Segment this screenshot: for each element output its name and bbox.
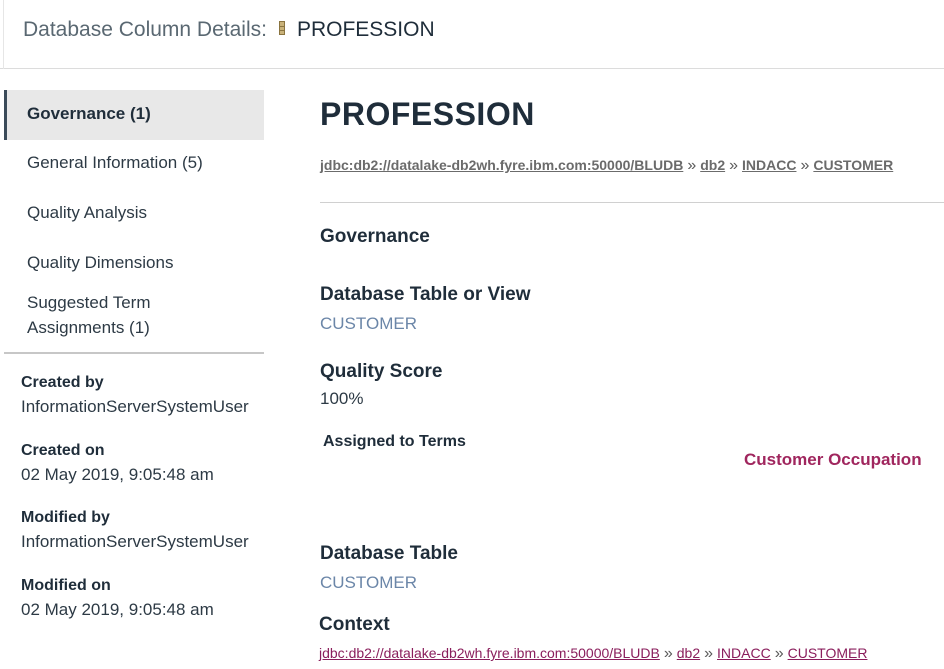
context-path: jdbc:db2://datalake-db2wh.fyre.ibm.com:5… — [319, 645, 867, 663]
breadcrumb-customer[interactable]: CUSTOMER — [813, 157, 893, 173]
modified-by-value: InformationServerSystemUser — [21, 532, 249, 551]
nav-governance[interactable]: Governance (1) — [4, 90, 264, 140]
sidebar-divider — [4, 352, 264, 354]
header-title: Database Column Details: PROFESSION — [23, 18, 435, 42]
context-schema-link[interactable]: db2 — [677, 645, 700, 661]
database-table-value: CUSTOMER — [320, 573, 417, 592]
breadcrumb-separator: » — [729, 157, 739, 174]
page-header: Database Column Details: PROFESSION — [0, 0, 944, 69]
created-on-value: 02 May 2019, 9:05:48 am — [21, 465, 214, 484]
created-by-block: Created by InformationServerSystemUser — [21, 374, 249, 417]
nav-quality-dimensions[interactable]: Quality Dimensions — [4, 253, 173, 273]
created-by-label: Created by — [21, 374, 104, 391]
modified-on-label: Modified on — [21, 577, 111, 594]
header-column-name: PROFESSION — [296, 18, 435, 41]
quality-score-value: 100% — [320, 389, 364, 408]
nav-quality-analysis[interactable]: Quality Analysis — [4, 203, 147, 223]
table-or-view-value: CUSTOMER — [320, 314, 417, 333]
context-separator: » — [774, 645, 784, 662]
created-by-value: InformationServerSystemUser — [21, 397, 249, 416]
table-or-view-label: Database Table or View — [320, 284, 531, 305]
database-table-label: Database Table — [320, 543, 458, 564]
context-database-link[interactable]: jdbc:db2://datalake-db2wh.fyre.ibm.com:5… — [319, 645, 660, 661]
sidebar: Governance (1) General Information (5) Q… — [4, 90, 264, 337]
breadcrumb-indacc[interactable]: INDACC — [742, 157, 796, 173]
context-indacc-link[interactable]: INDACC — [717, 645, 771, 661]
created-on-label: Created on — [21, 442, 105, 459]
assigned-term-link[interactable]: Customer Occupation — [744, 450, 922, 470]
nav-suggested-term-assignments[interactable]: Suggested Term Assignments (1) — [4, 290, 227, 340]
breadcrumb-separator: » — [687, 157, 697, 174]
context-separator: » — [704, 645, 714, 662]
context-customer-link[interactable]: CUSTOMER — [788, 645, 868, 661]
modified-on-block: Modified on 02 May 2019, 9:05:48 am — [21, 577, 214, 620]
context-label: Context — [319, 614, 390, 635]
content-divider — [320, 202, 944, 203]
breadcrumb-separator: » — [800, 157, 810, 174]
context-separator: » — [663, 645, 673, 662]
quality-score-label: Quality Score — [320, 361, 443, 382]
header-title-prefix: Database Column Details: — [23, 18, 267, 41]
database-column-icon — [278, 21, 285, 35]
breadcrumb-schema-db2[interactable]: db2 — [700, 157, 725, 173]
modified-on-value: 02 May 2019, 9:05:48 am — [21, 600, 214, 619]
nav-general-information[interactable]: General Information (5) — [4, 153, 203, 173]
created-on-block: Created on 02 May 2019, 9:05:48 am — [21, 442, 214, 485]
governance-section-title: Governance — [320, 226, 430, 247]
modified-by-label: Modified by — [21, 509, 110, 526]
assigned-terms-label: Assigned to Terms — [323, 433, 466, 450]
header-border — [3, 0, 4, 69]
breadcrumb-database[interactable]: jdbc:db2://datalake-db2wh.fyre.ibm.com:5… — [320, 157, 683, 173]
breadcrumb: jdbc:db2://datalake-db2wh.fyre.ibm.com:5… — [320, 157, 893, 175]
page-title: PROFESSION — [320, 96, 535, 132]
modified-by-block: Modified by InformationServerSystemUser — [21, 509, 249, 552]
